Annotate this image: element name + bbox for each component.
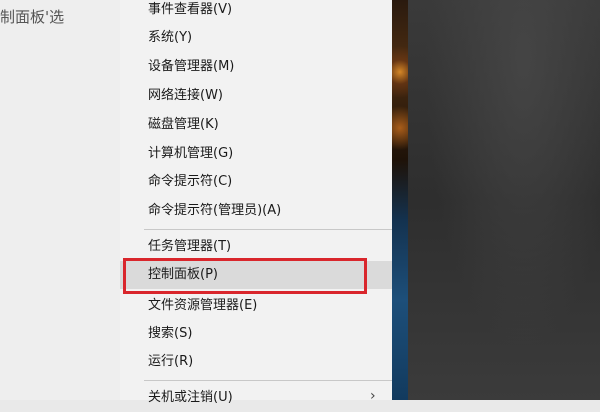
desktop-blur-area [408, 0, 600, 400]
menu-item-device-manager[interactable]: 设备管理器(M) [120, 53, 392, 81]
chevron-right-icon: › [370, 388, 376, 404]
winx-context-menu: 事件查看器(V) 系统(Y) 设备管理器(M) 网络连接(W) 磁盘管理(K) … [120, 0, 392, 405]
background-left-panel: 制面板'选 [0, 0, 120, 400]
menu-item-network-connections[interactable]: 网络连接(W) [120, 82, 392, 110]
menu-separator [144, 229, 392, 230]
menu-item-control-panel[interactable]: 控制面板(P) [120, 261, 392, 289]
menu-item-task-manager[interactable]: 任务管理器(T) [120, 233, 392, 261]
desktop-wallpaper-strip [392, 0, 408, 400]
menu-item-run[interactable]: 运行(R) [120, 348, 392, 376]
menu-item-command-prompt-admin[interactable]: 命令提示符(管理员)(A) [120, 197, 392, 225]
menu-item-computer-management[interactable]: 计算机管理(G) [120, 140, 392, 168]
menu-item-system[interactable]: 系统(Y) [120, 24, 392, 52]
background-caption: 制面板'选 [0, 8, 65, 26]
menu-item-disk-management[interactable]: 磁盘管理(K) [120, 111, 392, 139]
menu-item-shutdown-signout[interactable]: 关机或注销(U) [120, 384, 392, 412]
menu-item-command-prompt[interactable]: 命令提示符(C) [120, 168, 392, 196]
menu-item-file-explorer[interactable]: 文件资源管理器(E) [120, 292, 392, 320]
menu-separator [144, 380, 392, 381]
menu-item-search[interactable]: 搜索(S) [120, 320, 392, 348]
menu-item-event-viewer[interactable]: 事件查看器(V) [120, 0, 392, 24]
